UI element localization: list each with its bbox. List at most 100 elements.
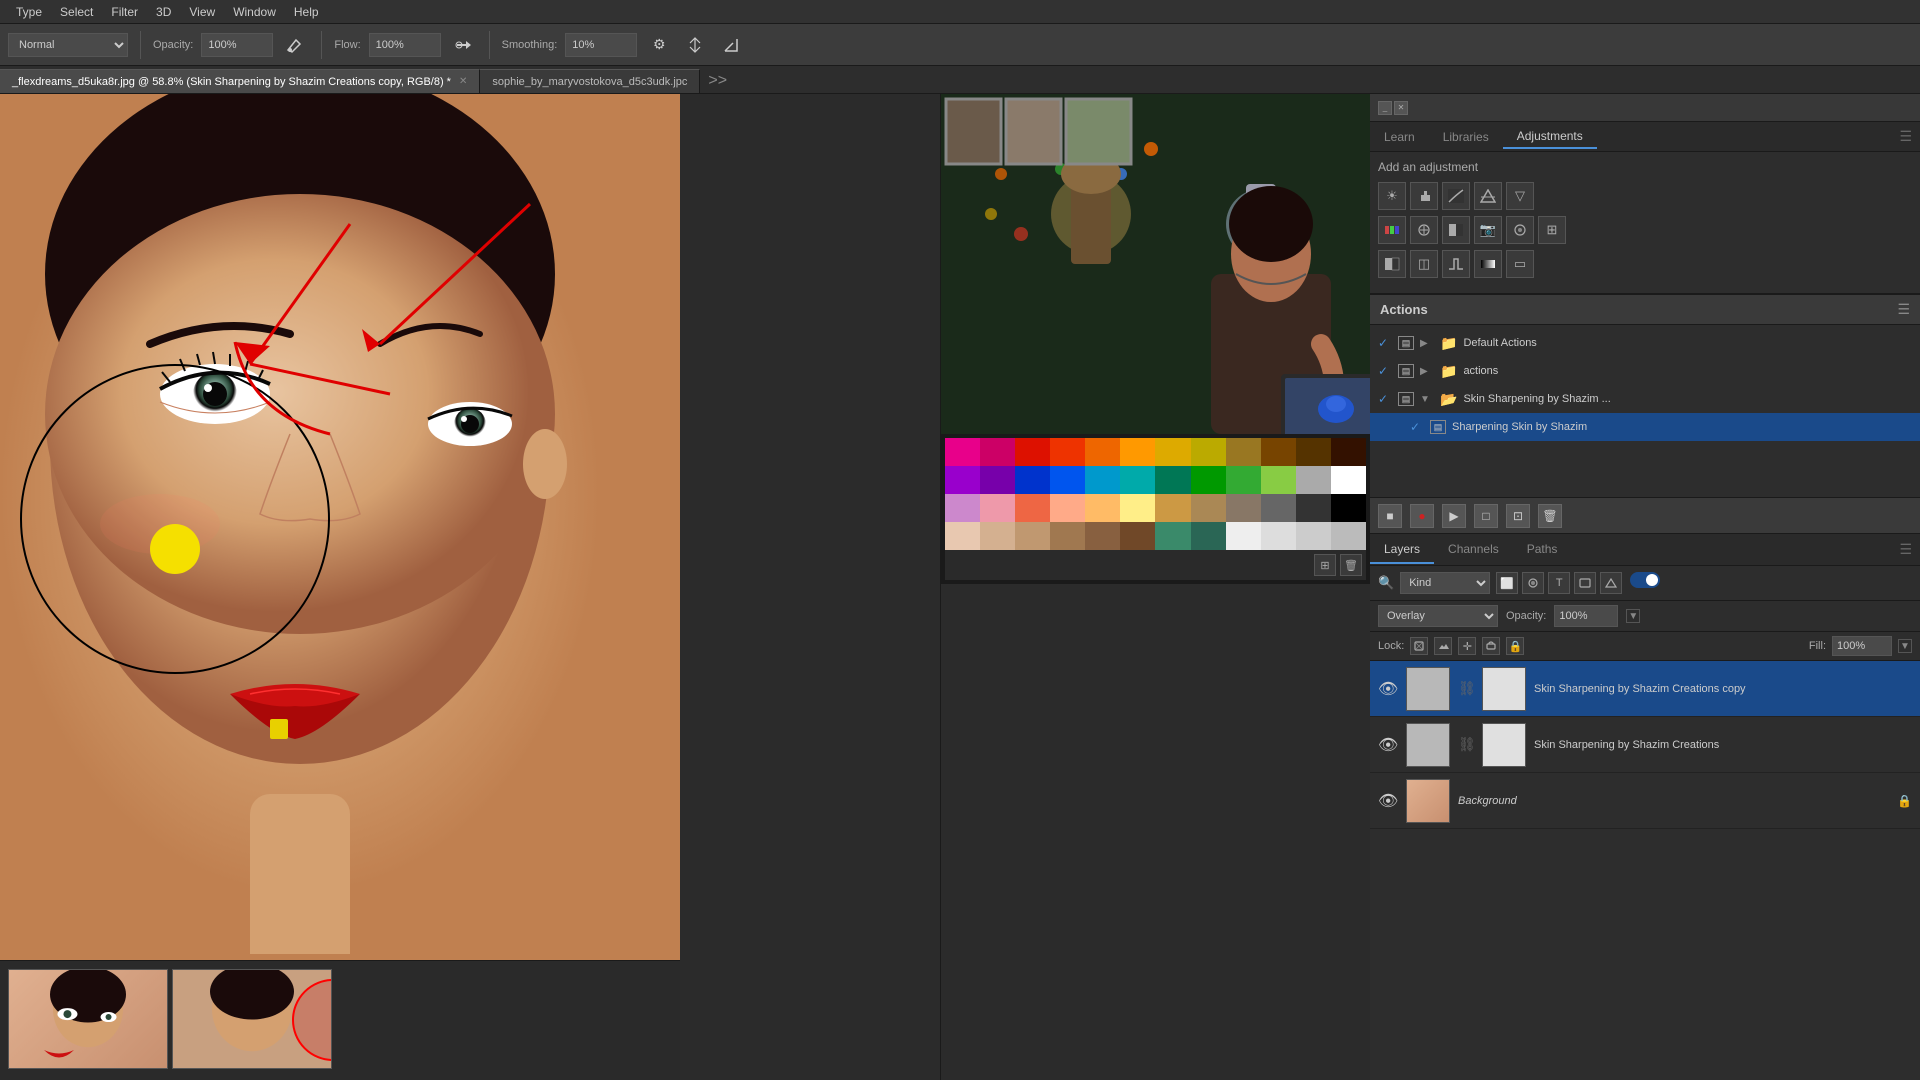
menu-type[interactable]: Type (8, 3, 50, 21)
swatch-orange-2[interactable] (1120, 438, 1155, 466)
lock-artboard-icon[interactable] (1482, 637, 1500, 655)
adj-posterize-icon[interactable]: ◫ (1410, 250, 1438, 278)
action-row-actions[interactable]: ✓ ▤ ▶ 📁 actions (1370, 357, 1920, 385)
layer-visibility-1[interactable]: 👁 (1378, 679, 1398, 699)
symmetry-icon[interactable] (681, 31, 709, 59)
swatch-purple-2[interactable] (980, 466, 1015, 494)
filter-shape-icon[interactable] (1574, 572, 1596, 594)
swatch-lt-red[interactable] (1015, 494, 1050, 522)
lock-image-icon[interactable] (1434, 637, 1452, 655)
menu-view[interactable]: View (181, 3, 223, 21)
swatch-sk12[interactable] (1331, 522, 1366, 550)
swatch-brown-2[interactable] (1261, 438, 1296, 466)
swatch-orange-1[interactable] (1085, 438, 1120, 466)
blend-mode-select[interactable]: Normal (8, 33, 128, 57)
swatch-tan[interactable] (1191, 494, 1226, 522)
layer-visibility-3[interactable]: 👁 (1378, 791, 1398, 811)
filter-smart-icon[interactable] (1600, 572, 1622, 594)
swatch-sk2[interactable] (980, 522, 1015, 550)
menu-3d[interactable]: 3D (148, 3, 179, 21)
swatch-black[interactable] (1331, 494, 1366, 522)
swatch-lt-brown[interactable] (1155, 494, 1190, 522)
swatch-teal-1[interactable] (1155, 466, 1190, 494)
swatch-brown-3[interactable] (1296, 438, 1331, 466)
action-row-skin-sharp-item[interactable]: ✓ ▤ Sharpening Skin by Shazim (1370, 413, 1920, 441)
angle-icon[interactable] (717, 31, 745, 59)
swatch-lt-pink[interactable] (980, 494, 1015, 522)
thumb-2[interactable] (172, 969, 332, 1069)
swatch-blue-2[interactable] (1050, 466, 1085, 494)
adj-panel-menu[interactable]: ☰ (1891, 128, 1920, 145)
adj-channel-mixer-icon[interactable] (1506, 216, 1534, 244)
layer-row-skin-orig[interactable]: 👁 ⛓ Skin Sharpening by Shazim Creations (1370, 717, 1920, 773)
swatch-purple-1[interactable] (945, 466, 980, 494)
tab-paths[interactable]: Paths (1513, 536, 1572, 564)
opacity-arrow-icon[interactable]: ▼ (1626, 609, 1640, 623)
swatch-yellow-2[interactable] (1191, 438, 1226, 466)
swatch-sk1[interactable] (945, 522, 980, 550)
active-tab-close[interactable]: ✕ (459, 76, 467, 87)
fill-input[interactable] (1832, 636, 1892, 656)
action-row-default[interactable]: ✓ ▤ ▶ 📁 Default Actions (1370, 329, 1920, 357)
swatch-red-2[interactable] (1050, 438, 1085, 466)
lock-transparency-icon[interactable] (1410, 637, 1428, 655)
menu-help[interactable]: Help (286, 3, 327, 21)
menu-select[interactable]: Select (52, 3, 101, 21)
swatch-cyan-1[interactable] (1085, 466, 1120, 494)
action-expand-3[interactable]: ▼ (1420, 394, 1434, 405)
swatch-warm-gray[interactable] (1226, 494, 1261, 522)
actions-play-btn[interactable]: ▶ (1442, 504, 1466, 528)
layers-filter-toggle[interactable] (1630, 572, 1660, 588)
swatch-sk6[interactable] (1120, 522, 1155, 550)
swatch-cyan-2[interactable] (1120, 466, 1155, 494)
tab-layers[interactable]: Layers (1370, 536, 1434, 564)
swatch-sk7[interactable] (1155, 522, 1190, 550)
palette-grid-icon[interactable]: ⊞ (1314, 554, 1336, 576)
swatch-sk11[interactable] (1296, 522, 1331, 550)
layers-opacity-input[interactable] (1554, 605, 1618, 627)
adj-bw-icon[interactable] (1442, 216, 1470, 244)
lock-all-icon[interactable]: 🔒 (1506, 637, 1524, 655)
active-doc-tab[interactable]: _flexdreams_d5uka8r.jpg @ 58.8% (Skin Sh… (0, 69, 480, 93)
adj-collapse-btn[interactable]: _ (1378, 101, 1392, 115)
swatch-magenta-2[interactable] (980, 438, 1015, 466)
swatch-dark-1[interactable] (1331, 438, 1366, 466)
palette-trash-icon[interactable]: 🗑 (1340, 554, 1362, 576)
fill-arrow-icon[interactable]: ▼ (1898, 639, 1912, 653)
filter-type-icon[interactable]: T (1548, 572, 1570, 594)
action-row-skin-sharp-folder[interactable]: ✓ ▤ ▼ 📂 Skin Sharpening by Shazim ... (1370, 385, 1920, 413)
swatch-medium-gray[interactable] (1261, 494, 1296, 522)
swatch-sk10[interactable] (1261, 522, 1296, 550)
swatch-brown-1[interactable] (1226, 438, 1261, 466)
swatch-lt-yellow[interactable] (1120, 494, 1155, 522)
adj-photo-filter-icon[interactable]: 📷 (1474, 216, 1502, 244)
brush-icon[interactable] (281, 31, 309, 59)
actions-delete-btn[interactable]: 🗑 (1538, 504, 1562, 528)
swatch-sk5[interactable] (1085, 522, 1120, 550)
adj-hsl-icon[interactable] (1378, 216, 1406, 244)
swatch-magenta-1[interactable] (945, 438, 980, 466)
adj-exposure-icon[interactable] (1474, 182, 1502, 210)
swatch-sk8[interactable] (1191, 522, 1226, 550)
tab-overflow-btn[interactable]: >> (700, 69, 735, 93)
swatch-sk9[interactable] (1226, 522, 1261, 550)
adj-selective-color-icon[interactable]: ▭ (1506, 250, 1534, 278)
smoothing-input[interactable] (565, 33, 637, 57)
layer-visibility-2[interactable]: 👁 (1378, 735, 1398, 755)
adj-levels-icon[interactable] (1410, 182, 1438, 210)
adj-close-btn[interactable]: ✕ (1394, 101, 1408, 115)
swatch-red-1[interactable] (1015, 438, 1050, 466)
thumb-1[interactable] (8, 969, 168, 1069)
actions-new-action-btn[interactable]: ⊡ (1506, 504, 1530, 528)
actions-new-set-btn[interactable]: □ (1474, 504, 1498, 528)
swatch-dark-gray[interactable] (1296, 494, 1331, 522)
swatch-white-1[interactable] (1331, 466, 1366, 494)
inactive-doc-tab[interactable]: sophie_by_maryvostokova_d5c3udk.jpc (480, 69, 700, 93)
swatch-gray-1[interactable] (1296, 466, 1331, 494)
action-expand-2[interactable]: ▶ (1420, 366, 1434, 377)
swatch-green-1[interactable] (1191, 466, 1226, 494)
swatch-lt-purple[interactable] (945, 494, 980, 522)
layer-row-background[interactable]: 👁 Background 🔒 (1370, 773, 1920, 829)
adj-curves-icon[interactable] (1442, 182, 1470, 210)
opacity-input[interactable] (201, 33, 273, 57)
